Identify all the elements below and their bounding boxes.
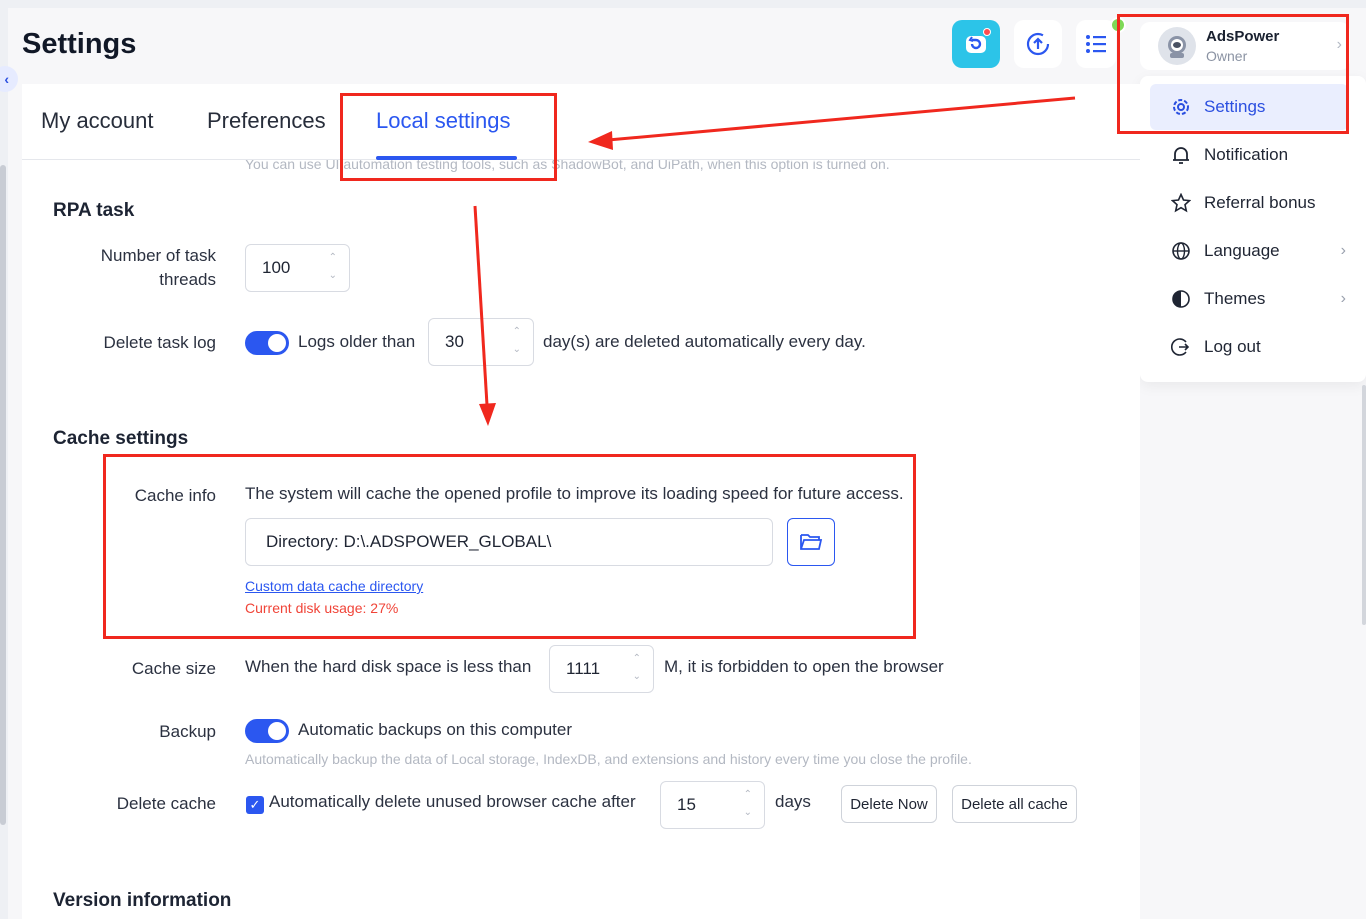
tab-my-account[interactable]: My account — [41, 108, 154, 134]
cache-size-label: Cache size — [131, 659, 216, 678]
star-icon — [1170, 192, 1192, 214]
menu-item-label: Log out — [1204, 337, 1261, 356]
menu-item-themes[interactable]: Themes › — [1150, 276, 1348, 322]
backup-text: Automatic backups on this computer — [298, 720, 573, 739]
delete-days-input[interactable]: 15 ⌃ ⌄ — [660, 781, 765, 829]
disk-usage-text: Current disk usage: 27% — [245, 600, 399, 616]
cache-info-label: Cache info — [134, 486, 216, 505]
tab-preferences[interactable]: Preferences — [207, 108, 326, 134]
astronaut-avatar-icon — [1168, 36, 1186, 58]
days-text: days — [775, 792, 811, 811]
section-title-version: Version information — [53, 890, 232, 911]
avatar — [1158, 27, 1196, 65]
top-strip — [0, 0, 1366, 8]
backup-toggle[interactable] — [245, 719, 289, 743]
menu-item-label: Referral bonus — [1204, 193, 1316, 212]
right-scrollbar[interactable] — [1362, 385, 1366, 625]
log-days-value: 30 — [445, 332, 464, 351]
cache-size-value: 1111 — [566, 659, 601, 678]
cache-info-text: The system will cache the opened profile… — [245, 484, 904, 503]
browse-folder-button[interactable] — [787, 518, 835, 566]
menu-item-logout[interactable]: Log out — [1150, 324, 1348, 370]
delete-now-button[interactable]: Delete Now — [841, 785, 937, 823]
gear-icon — [1170, 96, 1192, 118]
threads-value: 100 — [262, 258, 291, 277]
cache-size-input[interactable]: 1111 ⌃ ⌄ — [549, 645, 654, 693]
threads-input[interactable]: 100 ⌃ ⌄ — [245, 244, 350, 292]
folder-open-icon — [800, 534, 823, 550]
tab-local-settings[interactable]: Local settings — [376, 108, 511, 134]
stepper-icon[interactable]: ⌃ ⌄ — [744, 788, 752, 820]
chevron-right-icon: › — [1340, 290, 1346, 307]
rpa-button[interactable] — [952, 20, 1000, 68]
menu-item-language[interactable]: Language › — [1150, 228, 1348, 274]
user-name: AdsPower — [1206, 28, 1280, 45]
chevron-right-icon: › — [1336, 36, 1342, 53]
cache-size-prefix: When the hard disk space is less than — [245, 657, 532, 676]
cache-directory-field[interactable]: Directory: D:\.ADSPOWER_GLOBAL\ — [245, 518, 773, 566]
left-strip — [0, 0, 8, 919]
upload-sync-icon — [1026, 32, 1050, 56]
menu-item-referral[interactable]: Referral bonus — [1150, 180, 1348, 226]
logout-icon — [1170, 336, 1192, 358]
settings-content: You can use UI automation testing tools,… — [22, 160, 1140, 919]
log-days-input[interactable]: 30 ⌃ ⌄ — [428, 318, 534, 366]
log-suffix-text: day(s) are deleted automatically every d… — [543, 332, 866, 351]
delete-cache-label: Delete cache — [116, 794, 216, 813]
stepper-icon[interactable]: ⌃ ⌄ — [513, 325, 521, 357]
stepper-icon[interactable]: ⌃ ⌄ — [633, 652, 641, 684]
online-status-dot — [1110, 17, 1126, 33]
menu-item-label: Settings — [1204, 97, 1266, 116]
bell-icon — [1170, 144, 1192, 166]
stepper-icon[interactable]: ⌃ ⌄ — [329, 251, 337, 283]
menu-item-label: Notification — [1204, 145, 1289, 164]
delete-all-cache-button[interactable]: Delete all cache — [952, 785, 1077, 823]
hint-text: You can use UI automation testing tools,… — [245, 160, 890, 172]
globe-icon — [1170, 240, 1192, 262]
page-title: Settings — [22, 28, 137, 60]
backup-label: Backup — [159, 722, 216, 741]
threads-label: Number of task threads — [100, 246, 216, 289]
notification-dot — [983, 28, 991, 36]
menu-item-label: Language — [1204, 241, 1280, 260]
chevron-right-icon: › — [1340, 242, 1346, 259]
delete-cache-checkbox[interactable]: ✓ — [246, 796, 264, 814]
delete-days-value: 15 — [677, 795, 696, 814]
delete-task-log-toggle[interactable] — [245, 331, 289, 355]
menu-item-notification[interactable]: Notification — [1150, 132, 1348, 178]
delete-task-log-label: Delete task log — [103, 333, 216, 352]
sync-button[interactable] — [1014, 20, 1062, 68]
left-scrollbar[interactable] — [0, 165, 6, 825]
settings-tabs: My account Preferences Local settings — [22, 84, 1140, 160]
cache-size-suffix: M, it is forbidden to open the browser — [664, 657, 944, 676]
user-dropdown-menu: Settings Notification Referral bonus Lan… — [1140, 76, 1366, 382]
menu-item-label: Themes — [1204, 289, 1266, 308]
delete-cache-text: Automatically delete unused browser cach… — [269, 792, 636, 811]
list-icon — [1086, 35, 1106, 53]
backup-hint: Automatically backup the data of Local s… — [245, 751, 972, 767]
section-title-cache: Cache settings — [53, 428, 189, 449]
section-title-rpa: RPA task — [53, 200, 135, 221]
user-role: Owner — [1206, 48, 1248, 64]
logs-older-text: Logs older than — [298, 332, 416, 351]
user-menu[interactable]: AdsPower Owner › — [1140, 22, 1350, 70]
menu-item-settings[interactable]: Settings — [1150, 84, 1348, 130]
custom-cache-directory-link[interactable]: Custom data cache directory — [245, 578, 423, 594]
cache-directory-value: Directory: D:\.ADSPOWER_GLOBAL\ — [266, 532, 552, 551]
contrast-icon — [1170, 288, 1192, 310]
